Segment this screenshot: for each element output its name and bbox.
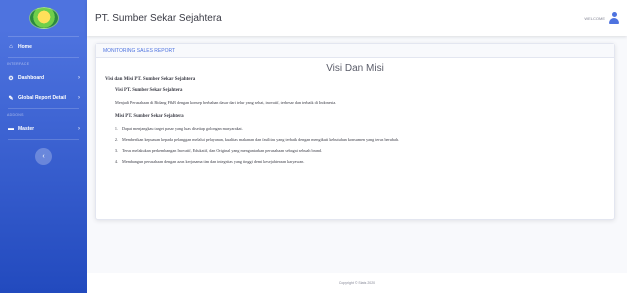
sidebar-heading-addons: addons [7,113,24,117]
company-logo [28,7,59,29]
card-header: MONITORING SALES REPORT [96,44,614,58]
sidebar-item-label: Dashboard [18,75,45,81]
visi-title: Visi PT. Sumber Sekar Sejahtera [115,88,183,93]
chevron-right-icon: › [78,95,80,101]
sidebar-item-master[interactable]: ▬ Master › [0,119,87,139]
sidebar-item-label: Home [18,44,32,50]
wrench-icon: ✎ [8,95,14,102]
chevron-right-icon: › [78,126,80,132]
visi-text: Menjadi Perusahaan di Bidang F&B dengan … [115,100,337,105]
topbar: PT. Sumber Sekar Sejahtera WELCOME [87,0,627,36]
card-body: Visi Dan Misi Visi dan Misi PT. Sumber S… [96,58,614,174]
list-item: Membangun perusahaan dengan azas kerjasa… [119,159,605,164]
folder-icon: ▬ [8,126,14,132]
sidebar-item-label: Master [18,126,35,132]
sidebar-item-dashboard[interactable]: ⚙ Dashboard › [0,68,87,88]
sidebar-toggle-button[interactable]: ‹ [35,148,52,165]
brand[interactable] [0,0,87,36]
section-title: Visi dan Misi PT. Sumber Sekar Sejahtera [105,77,196,82]
footer: Copyright © Stats 2020 [87,273,627,293]
user-icon[interactable] [609,12,619,24]
page-title: Visi Dan Misi [326,63,384,74]
list-item: Dapat menjangkau target pasar yang luas … [119,126,605,131]
list-item: Memberikan kepuasan kepada pelanggan mel… [119,137,605,142]
dashboard-icon: ⚙ [8,75,14,82]
copyright-text: Copyright © Stats 2020 [338,281,376,285]
welcome-text[interactable]: WELCOME [584,16,605,21]
sidebar-item-home[interactable]: ⌂ Home [0,37,87,57]
sidebar-divider [8,139,79,140]
chevron-left-icon: ‹ [42,153,45,160]
list-item: Terus melakukan perkembangan Inovatif, E… [119,148,605,153]
sidebar-item-global-report-detail[interactable]: ✎ Global Report Detail › [0,88,87,108]
chevron-right-icon: › [78,75,80,81]
home-icon: ⌂ [9,44,13,50]
sidebar-heading-interface: interface [7,62,30,66]
sidebar-item-label: Global Report Detail [18,95,67,101]
sidebar: ⌂ Home interface ⚙ Dashboard › ✎ Global … [0,0,87,293]
misi-title: Misi PT. Sumber Sekar Sejahtera [115,114,184,119]
misi-list: Dapat menjangkau target pasar yang luas … [119,126,605,164]
company-name: PT. Sumber Sekar Sejahtera [95,12,222,24]
content-card: MONITORING SALES REPORT Visi Dan Misi Vi… [95,43,615,220]
